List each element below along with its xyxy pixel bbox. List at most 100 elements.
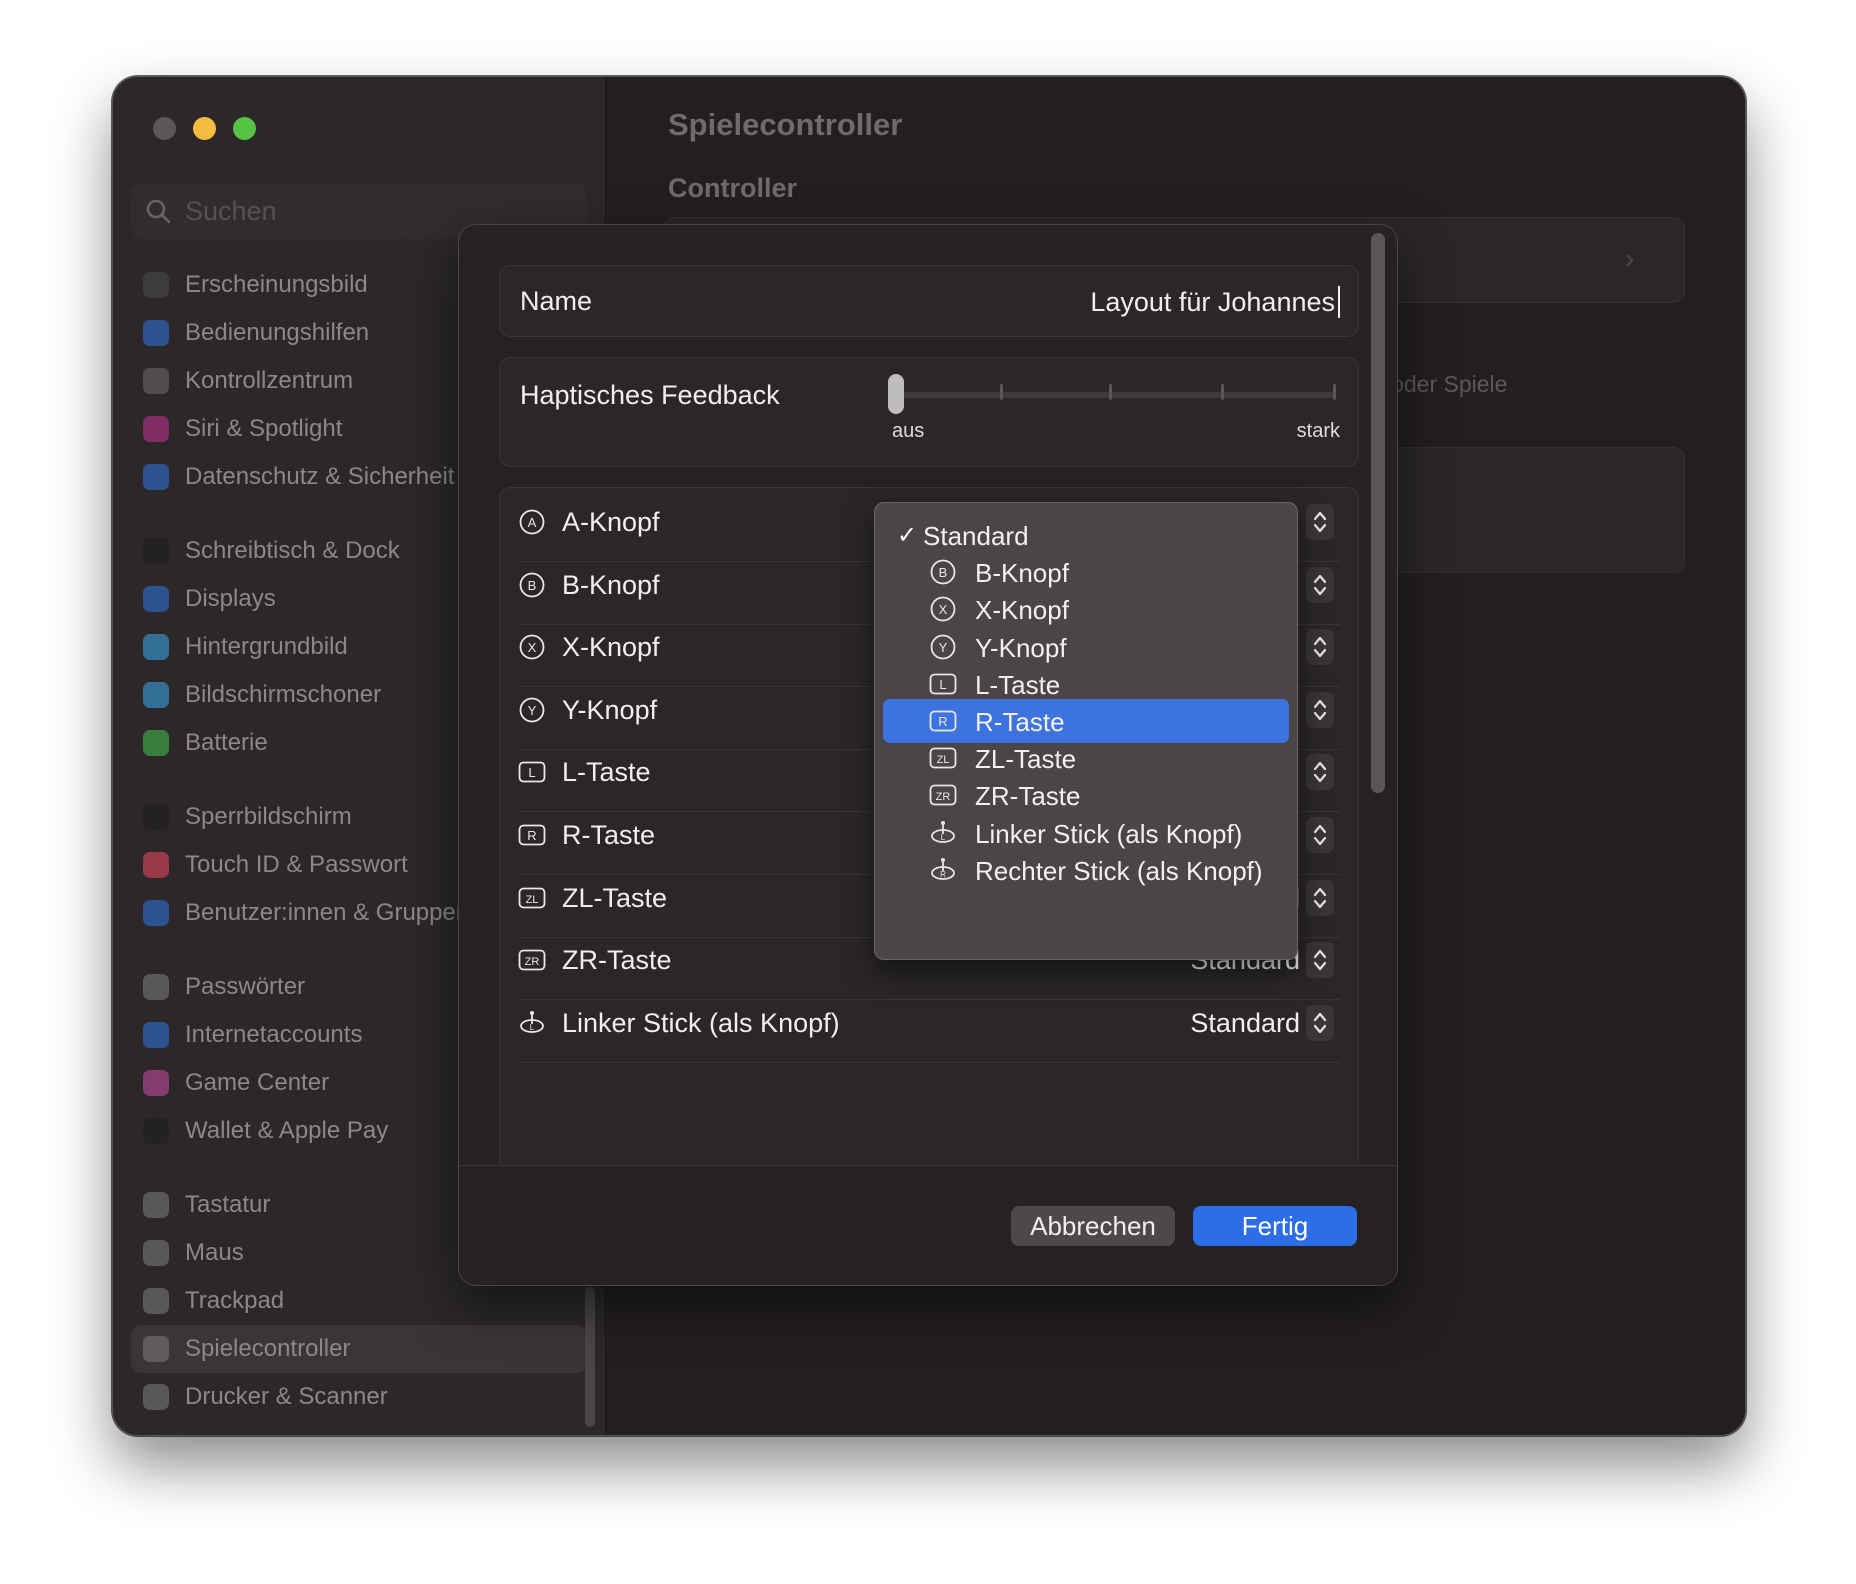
slider-tick <box>1109 384 1112 400</box>
right-stick-icon: R <box>929 856 957 884</box>
zoom-button[interactable] <box>233 117 256 140</box>
name-row: Name Layout für Johannes <box>499 265 1359 337</box>
dock-icon <box>143 538 169 564</box>
popup-stepper-icon[interactable] <box>1306 629 1334 666</box>
appearance-icon <box>143 272 169 298</box>
mapping-value[interactable]: Standard <box>1190 1008 1300 1039</box>
menu-item-rechter-stick-als-knopf[interactable]: R Rechter Stick (als Knopf) <box>883 848 1289 892</box>
popup-stepper-icon[interactable] <box>1306 566 1334 603</box>
svg-text:R: R <box>940 870 946 879</box>
trackpad-icon <box>143 1288 169 1314</box>
popup-stepper-icon[interactable] <box>1306 817 1334 853</box>
popup-stepper-icon[interactable] <box>1306 879 1334 916</box>
popup-stepper-icon[interactable] <box>1306 1004 1334 1041</box>
slider-tick <box>1333 384 1336 400</box>
x-button-icon: X <box>929 595 957 623</box>
b-button-icon: B <box>518 571 546 599</box>
sidebar-item-label: Siri & Spotlight <box>185 415 343 442</box>
menu-item-label: L-Taste <box>975 669 1061 700</box>
sidebar-item-label: Datenschutz & Sicherheit <box>185 463 455 490</box>
sidebar-item-label: Displays <box>185 585 276 612</box>
haptic-slider[interactable] <box>890 392 1336 398</box>
svg-text:X: X <box>939 602 948 617</box>
popup-stepper-icon[interactable] <box>1306 504 1334 540</box>
lock-icon <box>143 804 169 830</box>
sidebar-item-label: Bedienungshilfen <box>185 319 370 346</box>
r-shoulder-icon: R <box>929 707 957 735</box>
zl-trigger-icon: ZL <box>518 884 546 912</box>
mapping-row-label: A-Knopf <box>562 507 660 537</box>
b-button-icon: B <box>929 558 957 586</box>
svg-text:R: R <box>527 828 536 843</box>
section-title: Controller <box>668 173 798 203</box>
sidebar-item-label: Sperrbildschirm <box>185 803 352 830</box>
printer-icon <box>143 1384 169 1410</box>
sidebar-item-label: Touch ID & Passwort <box>185 851 408 878</box>
search-input[interactable] <box>185 195 565 227</box>
sidebar-item-gamecontroller[interactable]: Spielecontroller <box>131 1325 587 1373</box>
name-label: Name <box>520 286 593 316</box>
sidebar-item-label: Passwörter <box>185 973 306 1000</box>
hand-icon <box>143 464 169 490</box>
sidebar-item-label: Game Center <box>185 1069 330 1096</box>
mapping-row-label: R-Taste <box>562 820 656 850</box>
displays-icon <box>143 586 169 612</box>
sidebar-item-printer[interactable]: Drucker & Scanner <box>131 1373 587 1421</box>
sidebar-item-label: Drucker & Scanner <box>185 1383 388 1410</box>
sidebar-item-label: Bildschirmschoner <box>185 681 382 708</box>
menu-item-label: Rechter Stick (als Knopf) <box>975 855 1263 886</box>
menu-item-label: Y-Knopf <box>975 632 1067 663</box>
popup-stepper-icon[interactable] <box>1306 754 1334 791</box>
slider-tick <box>1000 384 1003 400</box>
zr-trigger-icon: ZR <box>518 946 546 974</box>
cancel-button[interactable]: Abbrechen <box>1011 1206 1175 1246</box>
x-button-icon: X <box>518 633 546 661</box>
sidebar-scrollbar[interactable] <box>585 1287 595 1427</box>
svg-text:Y: Y <box>939 640 948 655</box>
minimize-button[interactable] <box>193 117 216 140</box>
svg-text:L: L <box>939 677 946 692</box>
key-icon <box>143 974 169 1000</box>
mapping-row-label: ZR-Taste <box>562 945 672 976</box>
sidebar-item-label: Erscheinungsbild <box>185 271 368 298</box>
done-button[interactable]: Fertig <box>1193 1206 1357 1246</box>
a-button-icon: A <box>518 508 546 536</box>
mapping-row: L Linker Stick (als Knopf) Standard <box>518 989 1340 1063</box>
r-shoulder-icon: R <box>518 821 546 849</box>
menu-item-label: ZL-Taste <box>975 744 1077 775</box>
popup-stepper-icon[interactable] <box>1306 942 1334 979</box>
menu-item-label: Linker Stick (als Knopf) <box>975 818 1243 849</box>
svg-text:X: X <box>528 640 537 655</box>
checkmark-icon: ✓ <box>897 522 918 549</box>
sidebar-item-label: Maus <box>185 1239 244 1266</box>
sidebar-item-label: Trackpad <box>185 1287 285 1314</box>
keyboard-icon <box>143 1192 169 1218</box>
haptic-slider-knob[interactable] <box>888 374 904 414</box>
mouse-icon <box>143 1240 169 1266</box>
svg-text:Y: Y <box>528 703 537 718</box>
sheet-scrollbar[interactable] <box>1371 233 1385 793</box>
svg-text:R: R <box>938 714 947 729</box>
close-button[interactable] <box>153 117 176 140</box>
svg-text:L: L <box>530 1023 535 1032</box>
battery-icon <box>143 730 169 756</box>
menu-item-label: ZR-Taste <box>975 781 1081 812</box>
slider-min-label: aus <box>892 420 925 442</box>
mapping-row-label: ZL-Taste <box>562 882 668 913</box>
left-stick-icon: L <box>518 1009 546 1037</box>
mapping-row-label: Y-Knopf <box>562 694 658 725</box>
sidebar-item-label: Wallet & Apple Pay <box>185 1117 389 1144</box>
wallpaper-icon <box>143 634 169 660</box>
slider-max-label: stark <box>1296 420 1340 442</box>
menu-item-label: R-Taste <box>975 707 1065 737</box>
svg-text:L: L <box>941 833 946 842</box>
name-field[interactable]: Layout für Johannes <box>1090 286 1340 318</box>
screensaver-icon <box>143 682 169 708</box>
users-icon <box>143 900 169 926</box>
sidebar-item-label: Spielecontroller <box>185 1335 351 1362</box>
svg-text:ZL: ZL <box>526 894 539 906</box>
mapping-row-label: L-Taste <box>562 757 651 788</box>
popup-stepper-icon[interactable] <box>1306 691 1334 728</box>
left-stick-icon: L <box>929 819 957 847</box>
siri-icon <box>143 416 169 442</box>
